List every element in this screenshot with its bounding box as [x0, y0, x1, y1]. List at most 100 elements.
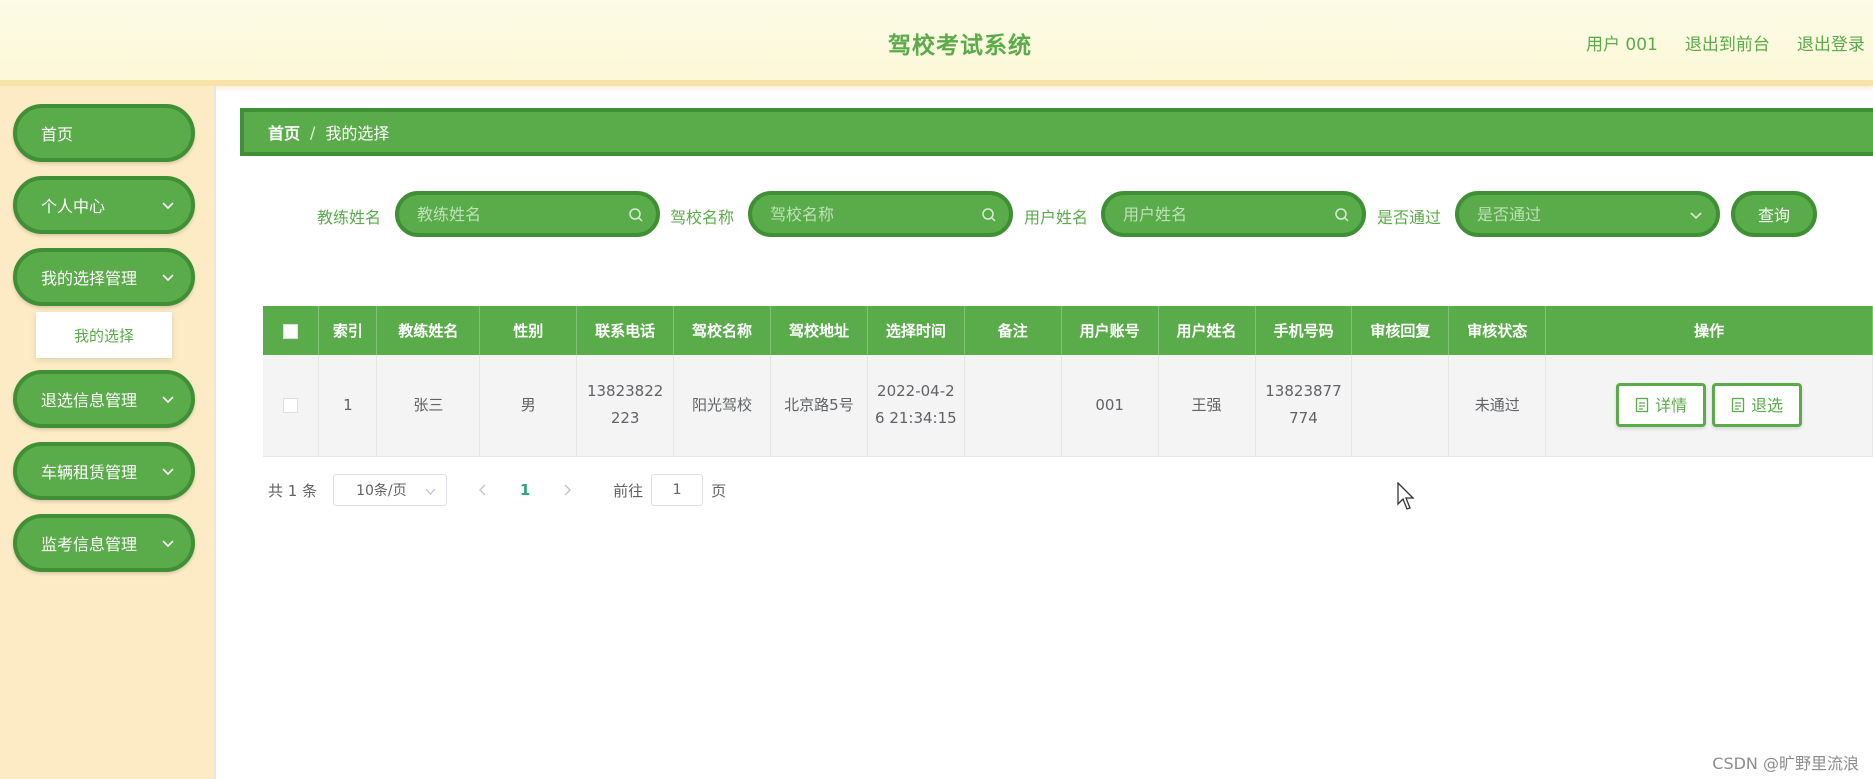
- selection-table: 索引 教练姓名 性别 联系电话 驾校名称 驾校地址 选择时间 备注 用户账号 用…: [263, 306, 1873, 457]
- cell-school-name: 阳光驾校: [673, 355, 771, 457]
- document-icon: [1731, 398, 1745, 413]
- cell-coach-name: 张三: [376, 355, 481, 457]
- user-name-input[interactable]: [1123, 204, 1333, 224]
- cell-remark: [964, 355, 1062, 457]
- chevron-down-icon: [162, 396, 174, 404]
- detail-button[interactable]: 详情: [1616, 383, 1707, 428]
- breadcrumb: 首页 / 我的选择: [240, 108, 1873, 156]
- select-all-header: [263, 306, 320, 355]
- pagination: 共 1 条 10条/页 1 前往 页: [268, 474, 726, 506]
- chevron-down-icon: [1690, 212, 1702, 220]
- column-header: 性别: [479, 306, 578, 355]
- withdraw-button[interactable]: 退选: [1712, 383, 1803, 428]
- passed-status-input[interactable]: [1477, 204, 1687, 224]
- column-header: 教练姓名: [376, 306, 481, 355]
- select-all-checkbox[interactable]: [283, 323, 299, 339]
- query-button[interactable]: 查询: [1731, 191, 1817, 237]
- search-icon: [1335, 208, 1349, 222]
- row-select-cell: [263, 355, 320, 457]
- sidebar-subitem-my-selection[interactable]: 我的选择: [36, 312, 172, 358]
- search-icon: [982, 208, 996, 222]
- column-header: 驾校名称: [673, 306, 771, 355]
- sidebar-item-personal-center[interactable]: 个人中心: [13, 176, 195, 234]
- table-header-row: 索引 教练姓名 性别 联系电话 驾校名称 驾校地址 选择时间 备注 用户账号 用…: [263, 306, 1873, 355]
- top-header: 驾校考试系统 用户 001 退出到前台 退出登录: [0, 0, 1873, 86]
- sidebar: 首页 个人中心 我的选择管理 我的选择 退选信息管理 车辆租赁管理 监考信息管理: [0, 86, 216, 779]
- mouse-cursor-icon: [1397, 482, 1415, 510]
- chevron-right-icon: [564, 484, 572, 495]
- column-header: 审核状态: [1448, 306, 1547, 355]
- coach-name-input[interactable]: [417, 204, 627, 224]
- cell-review-reply: [1351, 355, 1450, 457]
- sidebar-item-label: 车辆租赁管理: [41, 463, 138, 482]
- chevron-down-icon: [162, 540, 174, 548]
- page-size-value: 10条/页: [356, 483, 407, 499]
- school-name-search-box: [748, 191, 1013, 237]
- user-account-link[interactable]: 用户 001: [1586, 30, 1658, 55]
- sidebar-item-label: 我的选择管理: [41, 269, 138, 288]
- column-header: 用户姓名: [1158, 306, 1256, 355]
- column-header: 备注: [964, 306, 1062, 355]
- chevron-down-icon: [162, 468, 174, 476]
- passed-status-select[interactable]: [1455, 191, 1720, 237]
- cell-user-account: 001: [1061, 355, 1159, 457]
- cell-mobile: 13823877774: [1255, 355, 1353, 457]
- user-name-label: 用户姓名: [1024, 208, 1089, 227]
- table-row: 1 张三 男 13823822223 阳光驾校 北京路5号 2022-04-26…: [263, 355, 1873, 457]
- passed-status-label: 是否通过: [1377, 208, 1442, 227]
- sidebar-item-invigilation-management[interactable]: 监考信息管理: [13, 514, 195, 572]
- pagination-total: 共 1 条: [268, 481, 318, 500]
- detail-button-label: 详情: [1655, 395, 1688, 415]
- cell-gender: 男: [479, 355, 578, 457]
- school-name-input[interactable]: [770, 204, 980, 224]
- sidebar-item-label: 退选信息管理: [41, 391, 138, 410]
- sidebar-item-label: 首页: [41, 125, 74, 144]
- header-links: 用户 001 退出到前台 退出登录: [1586, 30, 1865, 55]
- column-header: 审核回复: [1351, 306, 1450, 355]
- sidebar-item-label: 个人中心: [41, 197, 106, 216]
- column-header: 手机号码: [1255, 306, 1353, 355]
- breadcrumb-home[interactable]: 首页: [268, 120, 300, 144]
- cell-index: 1: [318, 355, 378, 457]
- user-name-search-box: [1101, 191, 1366, 237]
- page-suffix: 页: [711, 481, 727, 500]
- cell-user-name: 王强: [1158, 355, 1256, 457]
- goto-label: 前往: [613, 481, 644, 500]
- page-size-select[interactable]: 10条/页: [333, 474, 448, 506]
- cell-select-time: 2022-04-26 21:34:15: [867, 355, 965, 457]
- chevron-down-icon: [162, 202, 174, 210]
- search-icon: [629, 208, 643, 222]
- coach-name-search-box: [395, 191, 660, 237]
- column-header: 驾校地址: [770, 306, 868, 355]
- column-header: 操作: [1545, 306, 1873, 355]
- column-header: 用户账号: [1061, 306, 1159, 355]
- column-header: 选择时间: [867, 306, 965, 355]
- sidebar-item-label: 监考信息管理: [41, 535, 138, 554]
- chevron-down-icon: [162, 274, 174, 282]
- logout-link[interactable]: 退出登录: [1797, 30, 1865, 55]
- watermark: CSDN @旷野里流浪: [1712, 754, 1859, 773]
- sidebar-item-my-selection-management[interactable]: 我的选择管理: [13, 248, 195, 306]
- column-header: 联系电话: [576, 306, 675, 355]
- prev-page-button[interactable]: [467, 481, 499, 500]
- cell-phone: 13823822223: [576, 355, 675, 457]
- breadcrumb-current: 我的选择: [325, 124, 390, 143]
- chevron-left-icon: [479, 484, 486, 495]
- next-page-button[interactable]: [551, 481, 583, 500]
- coach-name-label: 教练姓名: [317, 208, 382, 227]
- document-icon: [1635, 398, 1649, 413]
- cell-review-status: 未通过: [1448, 355, 1547, 457]
- breadcrumb-separator: /: [310, 122, 316, 142]
- sidebar-item-withdraw-management[interactable]: 退选信息管理: [13, 370, 195, 428]
- chevron-down-icon: [425, 488, 436, 495]
- sidebar-item-home[interactable]: 首页: [13, 104, 195, 162]
- sidebar-item-vehicle-rental-management[interactable]: 车辆租赁管理: [13, 442, 195, 500]
- page-number[interactable]: 1: [509, 481, 541, 499]
- school-name-label: 驾校名称: [670, 208, 735, 227]
- row-checkbox[interactable]: [283, 397, 299, 413]
- withdraw-button-label: 退选: [1751, 395, 1784, 415]
- exit-to-frontend-link[interactable]: 退出到前台: [1685, 30, 1770, 55]
- cell-actions: 详情 退选: [1545, 355, 1873, 457]
- column-header: 索引: [318, 306, 378, 355]
- goto-page-input[interactable]: [651, 474, 704, 506]
